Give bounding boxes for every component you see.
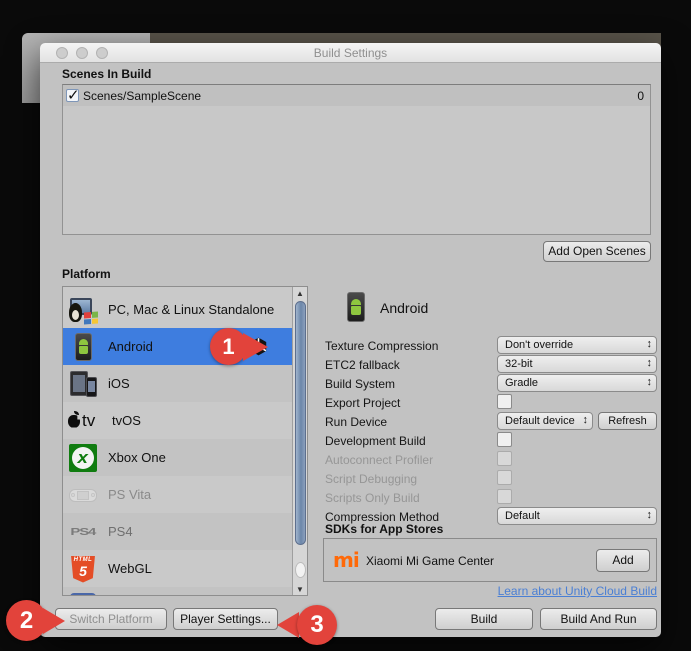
script-debugging-checkbox (497, 470, 512, 485)
ios-icon (68, 369, 98, 399)
platform-list[interactable]: PC, Mac & Linux Standalone Android iOS t… (62, 286, 308, 596)
panel-title: Android (380, 300, 429, 316)
setting-autoconnect-profiler: Autoconnect Profiler (325, 450, 657, 469)
android-header-icon (345, 291, 367, 323)
build-system-dropdown[interactable]: Gradle (497, 374, 657, 392)
sdk-item-label: Xiaomi Mi Game Center (366, 554, 495, 568)
platform-item-pc-mac-linux[interactable]: PC, Mac & Linux Standalone (63, 291, 293, 328)
sdk-add-button[interactable]: Add (596, 549, 650, 572)
scroll-down-icon[interactable]: ▼ (295, 585, 305, 594)
autoconnect-profiler-checkbox (497, 451, 512, 466)
platform-item-label: tvOS (112, 413, 141, 428)
minimize-button[interactable] (76, 47, 88, 59)
title-bar[interactable]: Build Settings (40, 43, 661, 63)
setting-label: Script Debugging (325, 472, 418, 486)
setting-label: Run Device (325, 415, 388, 429)
annotation-number: 2 (6, 600, 47, 641)
close-button[interactable] (56, 47, 68, 59)
build-button[interactable]: Build (435, 608, 533, 630)
annotation-number: 3 (297, 605, 337, 645)
webgl-icon: HTML 5 (68, 554, 98, 584)
xiaomi-mi-icon: mi (333, 548, 360, 572)
setting-label: Texture Compression (325, 339, 439, 353)
tvos-icon: tv (68, 406, 108, 436)
refresh-button[interactable]: Refresh (598, 412, 657, 430)
setting-label: Export Project (325, 396, 401, 410)
android-icon (68, 332, 98, 362)
setting-label: Build System (325, 377, 396, 391)
facebook-icon: f (68, 591, 98, 595)
platform-item-label: WebGL (108, 561, 152, 576)
platform-item-label: iOS (108, 376, 130, 391)
export-project-checkbox[interactable] (497, 394, 512, 409)
platform-item-label: Xbox One (108, 450, 166, 465)
setting-texture-compression: Texture Compression Don't override (325, 336, 657, 355)
development-build-checkbox[interactable] (497, 432, 512, 447)
platform-item-facebook[interactable]: f Facebook (63, 587, 293, 595)
setting-label: Autoconnect Profiler (325, 453, 434, 467)
compression-method-dropdown[interactable]: Default (497, 507, 657, 525)
setting-etc2-fallback: ETC2 fallback 32-bit (325, 355, 657, 374)
platform-item-webgl[interactable]: HTML 5 WebGL (63, 550, 293, 587)
scenes-in-build-header: Scenes In Build (62, 67, 152, 81)
scrollbar-knob (295, 562, 306, 578)
ps4-icon: PS4 (70, 525, 97, 538)
setting-script-debugging: Script Debugging (325, 469, 657, 488)
platform-item-label: PC, Mac & Linux Standalone (108, 302, 275, 317)
xbox-icon: x (68, 443, 98, 473)
annotation-arrow-right (43, 608, 65, 634)
platform-item-label: PS4 (108, 524, 133, 539)
platform-item-label: Android (108, 339, 153, 354)
switch-platform-button: Switch Platform (55, 608, 167, 630)
scene-build-index: 0 (637, 88, 644, 103)
setting-build-system: Build System Gradle (325, 374, 657, 393)
setting-development-build: Development Build (325, 431, 657, 450)
scene-checkbox-checked[interactable] (66, 86, 80, 104)
etc2-fallback-dropdown[interactable]: 32-bit (497, 355, 657, 373)
player-settings-button[interactable]: Player Settings... (173, 608, 278, 630)
scene-row[interactable]: Scenes/SampleScene 0 (63, 85, 650, 106)
window-title: Build Settings (313, 46, 388, 60)
platform-item-ps4[interactable]: PS4 PS4 (63, 513, 293, 550)
run-device-dropdown[interactable]: Default device (497, 412, 593, 430)
platform-item-tvos[interactable]: tv tvOS (63, 402, 293, 439)
scripts-only-build-checkbox (497, 489, 512, 504)
scrollbar-thumb[interactable] (295, 301, 306, 545)
sdk-box: mi Xiaomi Mi Game Center Add (323, 538, 657, 582)
annotation-arrow-right (243, 333, 268, 361)
build-settings-window: Build Settings Scenes In Build Scenes/Sa… (40, 43, 661, 637)
texture-compression-dropdown[interactable]: Don't override (497, 336, 657, 354)
sdks-header: SDKs for App Stores (325, 522, 444, 536)
platform-item-label: PS Vita (108, 487, 152, 502)
setting-label: ETC2 fallback (325, 358, 400, 372)
scenes-list[interactable]: Scenes/SampleScene 0 (62, 84, 651, 235)
platform-header: Platform (62, 267, 111, 281)
add-open-scenes-button[interactable]: Add Open Scenes (543, 241, 651, 262)
platform-scrollbar[interactable]: ▲ ▼ (292, 287, 307, 595)
setting-export-project: Export Project (325, 393, 657, 412)
platform-item-xbox-one[interactable]: x Xbox One (63, 439, 293, 476)
setting-scripts-only-build: Scripts Only Build (325, 488, 657, 507)
setting-label: Development Build (325, 434, 426, 448)
pc-mac-linux-icon (68, 295, 98, 325)
build-and-run-button[interactable]: Build And Run (540, 608, 657, 630)
platform-item-ps-vita[interactable]: PS Vita (63, 476, 293, 513)
unity-cloud-build-link[interactable]: Learn about Unity Cloud Build (440, 584, 657, 598)
setting-label: Scripts Only Build (325, 491, 420, 505)
setting-run-device: Run Device Default device Refresh (325, 412, 657, 431)
annotation-number: 1 (210, 328, 247, 365)
scene-label: Scenes/SampleScene (83, 88, 202, 103)
scroll-up-icon[interactable]: ▲ (295, 289, 305, 298)
zoom-button[interactable] (96, 47, 108, 59)
platform-item-ios[interactable]: iOS (63, 365, 293, 402)
annotation-arrow-left (277, 612, 299, 638)
psvita-icon (68, 480, 98, 510)
